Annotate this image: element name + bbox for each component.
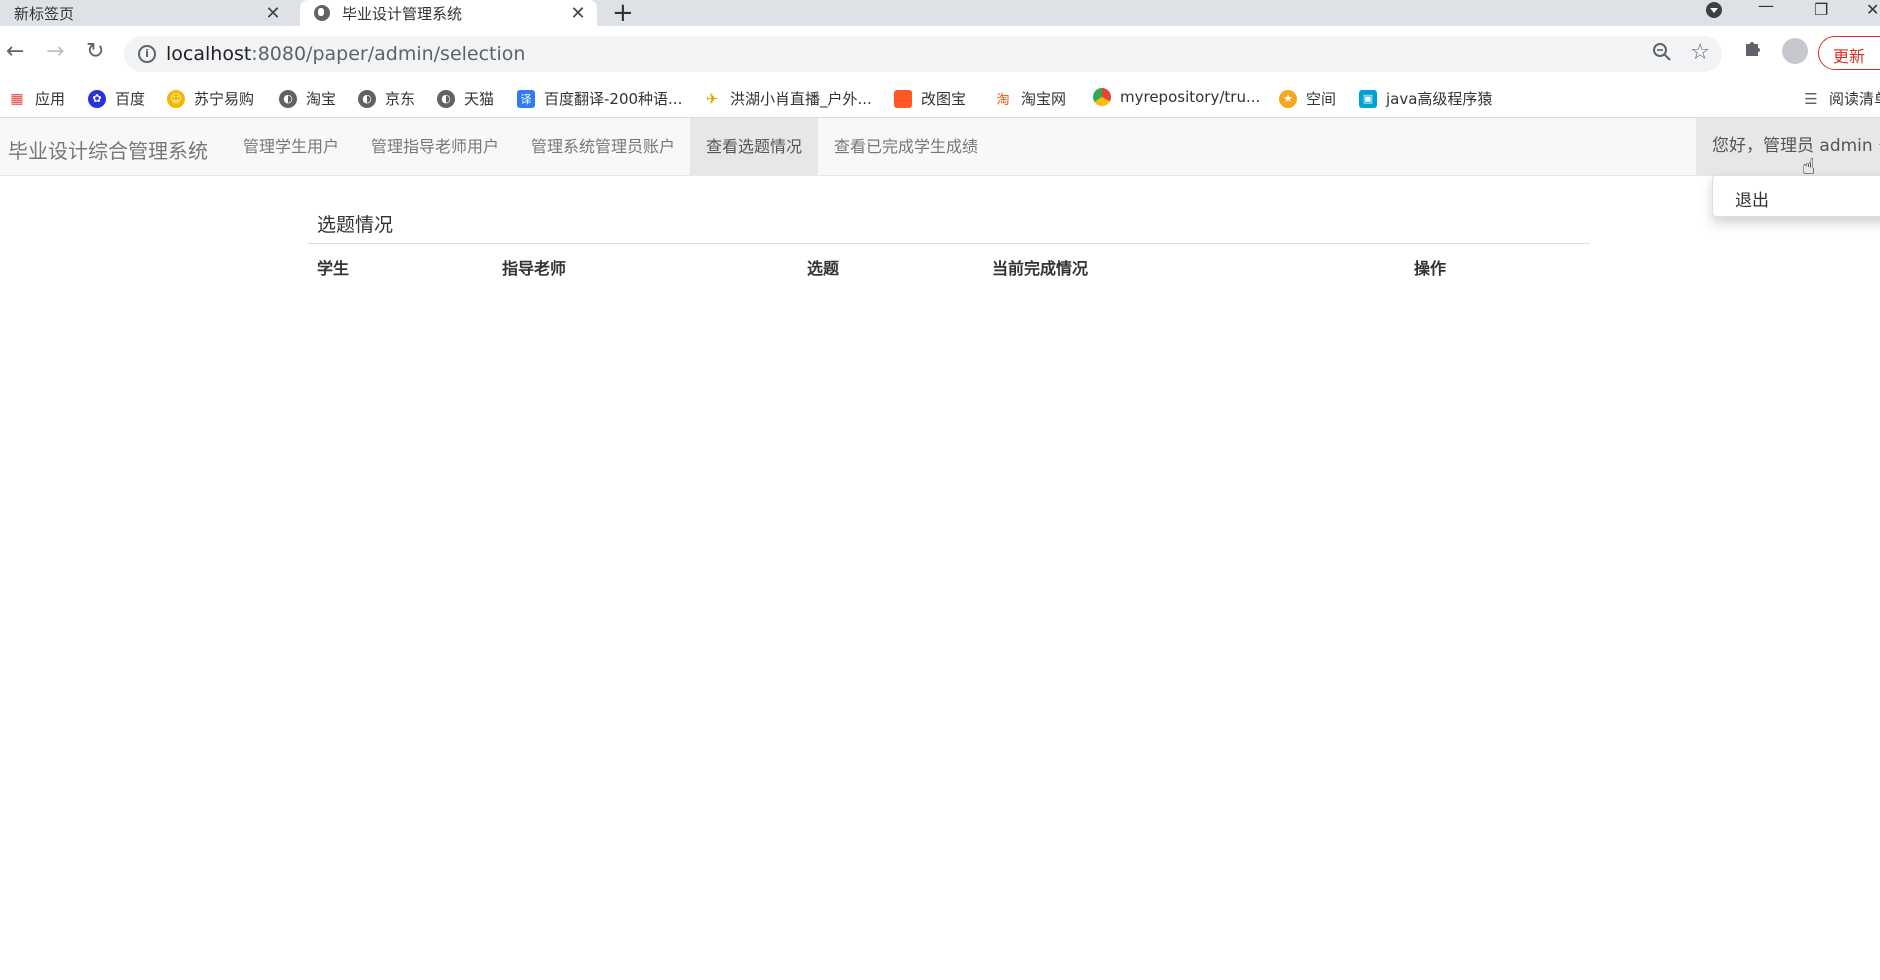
- update-button[interactable]: 更新: [1818, 36, 1880, 70]
- bookmark-label: 京东: [385, 90, 416, 108]
- bookmark-label: 洪湖小肖直播_户外...: [730, 90, 872, 108]
- reload-icon[interactable]: ↻: [86, 39, 104, 64]
- nav-manage-admins[interactable]: 管理系统管理员账户: [515, 118, 691, 175]
- bookmark-qzone[interactable]: ★ 空间: [1279, 88, 1336, 109]
- hand-cursor-icon: ☝: [1802, 155, 1816, 180]
- tab-strip: 新标签页 ✕ 毕业设计管理系统 ✕ + — ❐ ✕: [0, 0, 1880, 28]
- tab-new-tab[interactable]: 新标签页 ✕: [0, 0, 292, 26]
- column-header-progress: 当前完成情况: [992, 259, 1089, 278]
- column-header-topic: 选题: [807, 259, 840, 278]
- bookmark-jd[interactable]: ◐ 京东: [358, 88, 415, 109]
- bookmark-tmall[interactable]: ◐ 天猫: [437, 88, 494, 109]
- table-divider: [308, 243, 1590, 244]
- site-navbar: 毕业设计综合管理系统 管理学生用户 管理指导老师用户 管理系统管理员账户 查看选…: [0, 118, 1880, 176]
- user-greeting: 您好，管理员 admin: [1712, 136, 1873, 156]
- new-tab-icon[interactable]: +: [612, 0, 634, 28]
- reading-list-icon: ☰: [1804, 89, 1818, 108]
- gaitubao-icon: [894, 89, 912, 108]
- user-dropdown-menu: 退出: [1712, 175, 1880, 217]
- bookmark-label: 百度: [115, 90, 146, 108]
- suning-icon: ☺: [167, 89, 185, 108]
- globe-icon: ◐: [437, 89, 455, 108]
- bookmark-label: 苏宁易购: [194, 90, 255, 108]
- tab-graduation-system[interactable]: 毕业设计管理系统 ✕: [300, 0, 597, 26]
- bookmark-label: java高级程序猿: [1386, 90, 1493, 108]
- column-header-teacher: 指导老师: [502, 259, 567, 278]
- taobao-icon: 淘: [996, 93, 1010, 108]
- bilibili-icon: ▣: [1359, 89, 1377, 108]
- url-host: localhost: [166, 43, 252, 65]
- nav-manage-teachers[interactable]: 管理指导老师用户: [355, 118, 515, 175]
- bookmark-reading-list[interactable]: ☰ 阅读清单: [1802, 88, 1880, 109]
- nav-view-selections[interactable]: 查看选题情况: [690, 118, 819, 175]
- bookmark-label: 阅读清单: [1829, 90, 1880, 108]
- address-bar[interactable]: i localhost:8080/paper/admin/selection ☆: [124, 36, 1722, 72]
- bookmarks-bar: ▦ 应用 ✿ 百度 ☺ 苏宁易购 ◐ 淘宝 ◐ 京东 ◐ 天猫 译百度翻译-200种语...…: [0, 82, 1880, 118]
- bookmark-taobao[interactable]: ◐ 淘宝: [279, 88, 336, 109]
- column-header-actions: 操作: [1414, 259, 1447, 278]
- bookmark-taobao-net[interactable]: 淘淘宝网: [994, 88, 1066, 109]
- nav-view-grades[interactable]: 查看已完成学生成绩: [818, 118, 994, 175]
- bookmark-label: 应用: [35, 90, 66, 108]
- bookmark-gaitubao[interactable]: 改图宝: [894, 88, 966, 109]
- bookmark-label: 百度翻译-200种语...: [544, 90, 683, 108]
- url-path: :8080/paper/admin/selection: [251, 43, 526, 65]
- bookmark-label: 改图宝: [921, 90, 967, 108]
- apps-grid-icon: ▦: [10, 90, 24, 107]
- tab-title: 新标签页: [14, 4, 75, 23]
- page-title: 选题情况: [317, 214, 394, 236]
- nav-manage-students[interactable]: 管理学生用户: [227, 118, 355, 175]
- bookmark-livestream[interactable]: ✈ 洪湖小肖直播_户外...: [703, 88, 872, 109]
- site-info-icon[interactable]: i: [138, 45, 156, 63]
- browser-toolbar: ← → ↻ i localhost:8080/paper/admin/selec…: [0, 26, 1880, 82]
- globe-icon: ◐: [279, 89, 297, 108]
- tab-title: 毕业设计管理系统: [342, 4, 463, 23]
- bookmark-label: 空间: [1306, 90, 1337, 108]
- window-close-icon[interactable]: ✕: [1866, 0, 1879, 19]
- site-brand[interactable]: 毕业设计综合管理系统: [8, 135, 208, 164]
- bookmark-suning[interactable]: ☺ 苏宁易购: [167, 88, 254, 109]
- bookmark-label: myrepository/tru...: [1120, 88, 1261, 106]
- forward-icon[interactable]: →: [46, 39, 64, 64]
- globe-icon: ◐: [358, 89, 376, 108]
- globe-icon: [314, 5, 330, 21]
- tab-search-icon[interactable]: [1704, 0, 1724, 24]
- bookmark-label: 淘宝: [306, 90, 337, 108]
- back-icon[interactable]: ←: [6, 39, 24, 64]
- profile-avatar-icon[interactable]: [1782, 38, 1808, 64]
- extensions-icon[interactable]: [1742, 38, 1762, 63]
- baidu-translate-icon: 译: [517, 89, 535, 108]
- qzone-icon: ★: [1279, 89, 1297, 108]
- close-icon[interactable]: ✕: [262, 3, 284, 24]
- bookmark-star-icon[interactable]: ☆: [1690, 40, 1710, 65]
- restore-icon[interactable]: ❐: [1814, 0, 1828, 19]
- bookmark-myrepository[interactable]: myrepository/tru...: [1093, 88, 1260, 106]
- logout-menu-item[interactable]: 退出: [1735, 186, 1769, 211]
- column-header-student: 学生: [317, 259, 350, 278]
- bookmark-label: 淘宝网: [1021, 90, 1067, 108]
- close-icon[interactable]: ✕: [567, 3, 589, 24]
- minimize-icon[interactable]: —: [1758, 0, 1774, 15]
- bookmark-baidu[interactable]: ✿ 百度: [88, 88, 145, 109]
- url-text[interactable]: localhost:8080/paper/admin/selection: [166, 43, 525, 65]
- bookmark-label: 天猫: [464, 90, 495, 108]
- bookmark-apps[interactable]: ▦ 应用: [8, 88, 65, 109]
- zoom-icon[interactable]: [1652, 42, 1672, 67]
- baidu-paw-icon: ✿: [88, 89, 106, 108]
- chrome-icon: [1093, 88, 1111, 106]
- user-dropdown-toggle[interactable]: 您好，管理员 admin: [1696, 118, 1880, 175]
- bookmark-baidu-translate[interactable]: 译百度翻译-200种语...: [517, 88, 682, 109]
- bird-icon: ✈: [705, 89, 719, 108]
- bookmark-java[interactable]: ▣ java高级程序猿: [1359, 88, 1492, 109]
